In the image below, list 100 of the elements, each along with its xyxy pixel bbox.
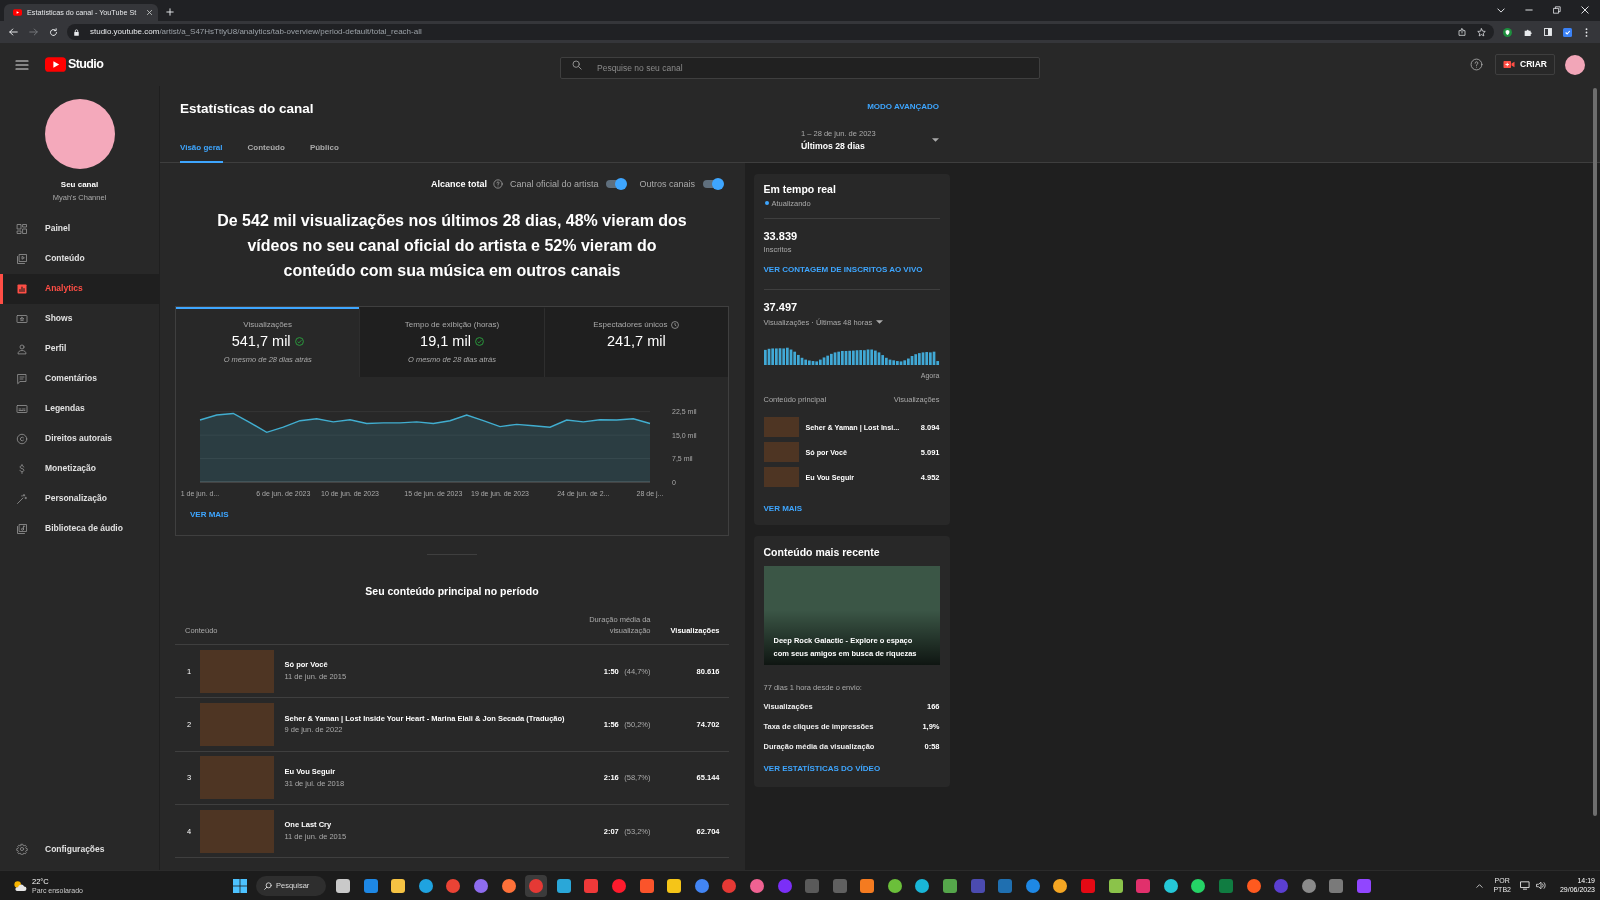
app-icon[interactable]: [914, 877, 931, 894]
thumbnail-placeholder[interactable]: [200, 702, 274, 746]
toggle-switch[interactable]: [605, 178, 628, 190]
app-icon[interactable]: [555, 877, 572, 894]
avatar[interactable]: [1565, 54, 1585, 75]
sidebar-item[interactable]: Comentários: [0, 363, 159, 394]
reach-label: Alcance total: [430, 178, 487, 190]
app-icon[interactable]: [886, 877, 903, 894]
sidebar-item[interactable]: Analytics: [0, 273, 159, 304]
more-vertical-icon[interactable]: [1585, 27, 1588, 37]
advanced-mode-link[interactable]: MODO AVANÇADO: [867, 102, 939, 112]
app-icon[interactable]: [583, 877, 600, 894]
bar-chart-icon: [16, 282, 28, 295]
shield-icon[interactable]: [1503, 27, 1512, 37]
thumbnail-placeholder[interactable]: [763, 442, 799, 463]
more-link[interactable]: VER MAIS: [763, 504, 803, 513]
sidebar-item[interactable]: Perfil: [0, 333, 159, 364]
toggle-label: Outros canais: [639, 178, 695, 190]
address-bar[interactable]: studio.youtube.com/artist/a_S47HsTtlyU8/analytics/tab-overview/period-default/total_reach-all: [67, 24, 1494, 40]
app-icon[interactable]: [638, 877, 655, 894]
app-icon[interactable]: [472, 877, 489, 894]
close-icon[interactable]: [146, 9, 153, 16]
app-icon[interactable]: [500, 877, 517, 894]
ticket-icon: [16, 312, 28, 325]
sidebar-item[interactable]: Personalização: [0, 483, 159, 514]
person-icon: [16, 342, 28, 355]
speaker-icon[interactable]: [1535, 881, 1546, 890]
chevron-up-icon[interactable]: [1476, 883, 1484, 888]
page-tab[interactable]: Conteúdo: [247, 135, 285, 163]
app-icon[interactable]: [859, 877, 876, 894]
app-icon[interactable]: [1190, 877, 1207, 894]
check-circle-icon: [294, 336, 304, 346]
page-title: Estatísticas do canal: [180, 101, 314, 117]
monitor-icon[interactable]: [1519, 881, 1530, 890]
app-icon[interactable]: [362, 877, 379, 894]
sidebar-item[interactable]: Monetização: [0, 453, 159, 484]
toggle-switch[interactable]: [702, 178, 724, 190]
metric-value: 241,7 mil: [606, 332, 666, 350]
sidebar-item[interactable]: Direitos autorais: [0, 423, 159, 454]
app-icon[interactable]: [1245, 877, 1262, 894]
app-icon[interactable]: [610, 877, 627, 894]
check-square-icon[interactable]: [1563, 27, 1572, 37]
app-icon[interactable]: [942, 877, 959, 894]
caret-icon[interactable]: [876, 320, 884, 324]
subscriber-count: 33.839: [763, 230, 798, 243]
thumbnail-placeholder[interactable]: [763, 467, 799, 488]
search-icon: [572, 59, 582, 70]
share-icon[interactable]: [1458, 28, 1466, 36]
app-icon[interactable]: [1162, 877, 1179, 894]
live-count-link[interactable]: VER CONTAGEM DE INSCRITOS AO VIVO: [763, 264, 923, 274]
app-icon[interactable]: [1024, 877, 1041, 894]
thumbnail-placeholder[interactable]: [200, 756, 274, 800]
comment-icon: [16, 372, 28, 385]
metric-value: 19,1 mil: [420, 332, 471, 350]
thumbnail-placeholder[interactable]: [200, 649, 274, 693]
sidebar-item[interactable]: Shows: [0, 303, 159, 334]
thumbnail-placeholder[interactable]: [200, 809, 274, 853]
sidebar-item[interactable]: Configurações: [0, 834, 159, 864]
app-icon[interactable]: [417, 877, 434, 894]
puzzle-icon[interactable]: [1524, 28, 1532, 36]
help-icon[interactable]: [1470, 58, 1484, 71]
sidebar-item[interactable]: Painel: [0, 213, 159, 244]
menu-icon[interactable]: [15, 59, 29, 70]
play-logo-icon: [13, 9, 22, 16]
app-icon[interactable]: [1107, 877, 1124, 894]
back-arrow-icon[interactable]: [9, 28, 18, 36]
sidebar-icon[interactable]: [1544, 28, 1552, 36]
app-icon[interactable]: [748, 877, 765, 894]
app-icon[interactable]: [445, 877, 462, 894]
app-icon[interactable]: [693, 877, 710, 894]
app-icon[interactable]: [1052, 877, 1069, 894]
create-button[interactable]: CRIAR: [1495, 54, 1555, 75]
music-note-icon: [16, 522, 28, 535]
channel-title: Seu canal: [60, 179, 99, 190]
help-icon[interactable]: [492, 179, 503, 189]
weather-icon[interactable]: [12, 879, 27, 892]
thumbnail-placeholder[interactable]: [763, 417, 799, 438]
sidebar-item[interactable]: Biblioteca de áudio: [0, 513, 159, 544]
more-link[interactable]: VER MAIS: [190, 510, 229, 520]
restore-icon[interactable]: [1553, 6, 1561, 14]
app-icon[interactable]: [1300, 877, 1317, 894]
toggle-label: Canal oficial do artista: [509, 178, 599, 190]
scrollbar-thumb[interactable]: [1593, 88, 1597, 816]
star-icon[interactable]: [1477, 27, 1486, 37]
app-icon[interactable]: [390, 877, 407, 894]
page-tab[interactable]: Público: [309, 135, 339, 163]
sidebar-item[interactable]: Conteúdo: [0, 243, 159, 274]
play-logo-icon: [45, 57, 66, 72]
plus-icon[interactable]: [166, 8, 174, 16]
video-stats-link[interactable]: VER ESTATÍSTICAS DO VÍDEO: [763, 764, 881, 774]
studio-logo[interactable]: Studio: [45, 57, 104, 72]
sidebar-item[interactable]: Legendas: [0, 393, 159, 424]
search-field[interactable]: Pesquise no seu canal: [560, 56, 1040, 79]
app-icon[interactable]: [666, 877, 683, 894]
metric-tab[interactable]: Espectadores únicos 241,7 mil: [543, 307, 728, 377]
app-icon[interactable]: [335, 877, 351, 894]
reload-icon[interactable]: [49, 27, 58, 37]
card-title: Conteúdo mais recente: [763, 546, 880, 559]
four-squares-icon[interactable]: [233, 878, 247, 893]
chevron-down-icon[interactable]: [1497, 7, 1505, 13]
